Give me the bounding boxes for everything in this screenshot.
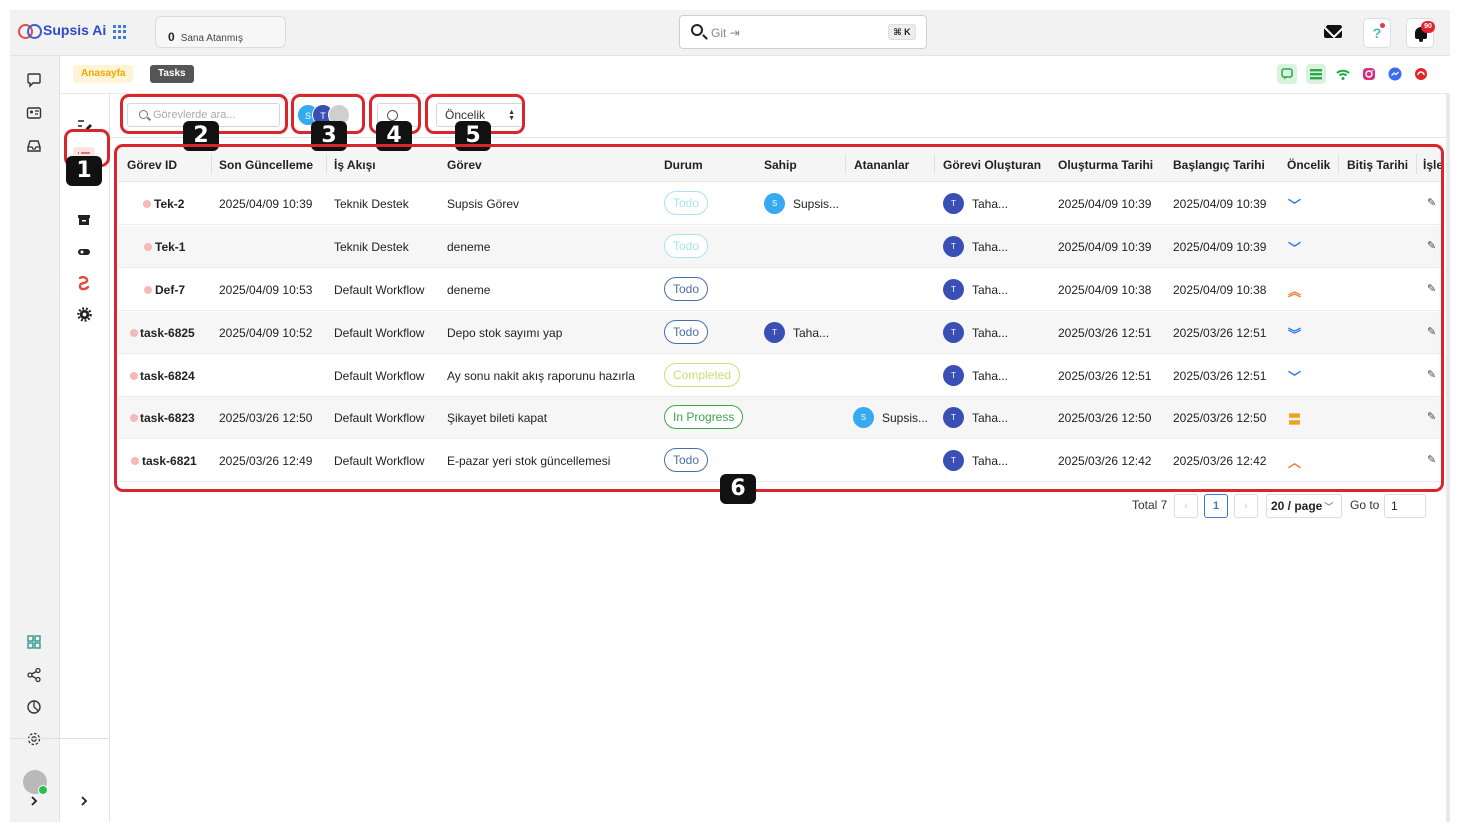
pagination-next-button[interactable]: ›: [1234, 494, 1258, 518]
top-header: Supsis Ai 0 Sana Atanmış Git ⇥ ⌘ K ? 90: [10, 10, 1450, 56]
toggle-pill-icon[interactable]: [74, 242, 94, 262]
breadcrumb-tasks[interactable]: Tasks: [150, 65, 194, 83]
help-indicator-dot: [1380, 23, 1385, 28]
chevron-down-icon: ﹀: [1324, 502, 1334, 512]
collapse-chevron-icon[interactable]: [74, 791, 94, 811]
helpdesk-icon[interactable]: [1411, 64, 1431, 84]
settings-gear-icon[interactable]: [24, 729, 44, 749]
contact-card-icon[interactable]: [24, 103, 44, 123]
page-size-select[interactable]: 20 / page ﹀: [1266, 494, 1342, 518]
archive-box-icon[interactable]: [74, 210, 94, 230]
messenger-icon[interactable]: [1385, 64, 1405, 84]
list-channel-icon[interactable]: [1306, 64, 1326, 84]
dashboard-icon[interactable]: [24, 632, 44, 652]
vertical-scrollbar[interactable]: [1446, 94, 1450, 822]
sidebar-divider: [10, 738, 110, 739]
instagram-icon[interactable]: [1359, 64, 1379, 84]
notifications-button[interactable]: 90: [1406, 18, 1435, 48]
pagination-page-1[interactable]: 1: [1204, 494, 1228, 518]
assigned-to-me-widget[interactable]: 0 Sana Atanmış: [155, 16, 286, 48]
goto-page-input[interactable]: 1: [1384, 494, 1426, 518]
apps-grid-icon[interactable]: [113, 25, 127, 39]
page-size-value: 20 / page: [1271, 499, 1323, 513]
primary-sidebar: [10, 56, 60, 822]
search-shortcut: ⌘ K: [888, 24, 916, 40]
integration-logo-icon[interactable]: [74, 273, 94, 293]
notification-badge: 90: [1421, 21, 1435, 33]
goto-label: Go to: [1350, 498, 1380, 512]
support-chat-icon[interactable]: [1277, 64, 1297, 84]
pie-chart-icon[interactable]: [24, 697, 44, 717]
content-header: Anasayfa Tasks: [60, 56, 1450, 94]
settings-cog-icon[interactable]: [74, 304, 94, 324]
expand-chevron-icon[interactable]: [24, 791, 44, 811]
inbox-icon[interactable]: [24, 136, 44, 156]
pagination-total: Total 7: [1132, 498, 1168, 512]
global-search-input[interactable]: Git ⇥ ⌘ K: [679, 15, 927, 49]
logo-icon: [18, 22, 42, 39]
global-search-placeholder: Git ⇥: [711, 26, 740, 40]
callout-6-number: 6: [720, 474, 756, 504]
help-button[interactable]: ?: [1363, 18, 1391, 48]
search-icon: [691, 24, 703, 36]
callout-1-number: 1: [66, 156, 102, 186]
app-name: Supsis Ai: [43, 22, 107, 38]
app-logo[interactable]: Supsis Ai: [18, 22, 107, 39]
share-icon[interactable]: [24, 665, 44, 685]
assigned-label: Sana Atanmış: [180, 33, 243, 44]
assigned-count: 0: [168, 30, 175, 44]
mail-icon[interactable]: [1324, 25, 1342, 38]
breadcrumb-home[interactable]: Anasayfa: [73, 65, 134, 83]
wifi-icon[interactable]: [1333, 64, 1353, 84]
chat-bubble-icon[interactable]: [24, 70, 44, 90]
pagination-prev-button[interactable]: ‹: [1174, 494, 1198, 518]
app-window: Supsis Ai 0 Sana Atanmış Git ⇥ ⌘ K ? 90: [10, 10, 1450, 822]
callout-6-highlight: [114, 144, 1444, 492]
